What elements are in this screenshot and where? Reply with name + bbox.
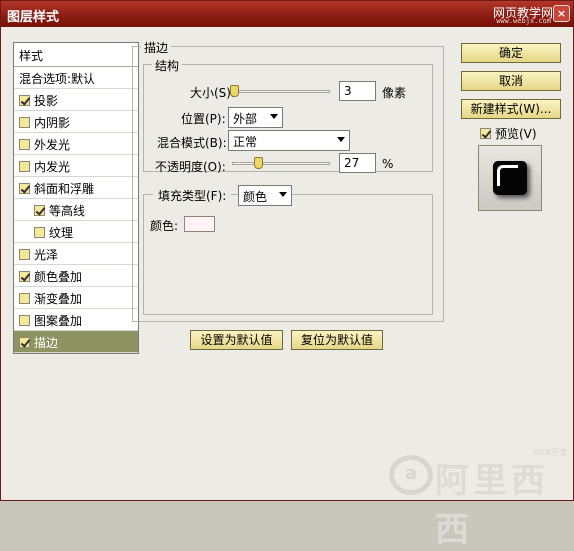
blend-mode-value: 正常 <box>233 135 258 149</box>
fill-type-group: 填充类型(F): 颜色 颜色: <box>143 185 433 315</box>
style-item-label: 外发光 <box>34 138 71 152</box>
checkbox-gradient-overlay[interactable] <box>19 293 30 304</box>
stroke-group: 描边 结构 大小(S): 3 像素 位置(P): 外部 混合模式(B): 正常 … <box>132 39 444 322</box>
style-item-drop-shadow[interactable]: 投影 <box>14 89 138 111</box>
size-slider-track[interactable] <box>232 90 330 93</box>
blend-options-item[interactable]: 混合选项:默认 <box>14 67 138 89</box>
preview-toggle[interactable]: 预览(V) <box>480 125 537 142</box>
watermark-tag: WEB开发 <box>533 448 568 457</box>
style-preview <box>478 145 542 211</box>
checkbox-drop-shadow[interactable] <box>19 95 30 106</box>
color-label: 颜色: <box>150 219 179 233</box>
fill-type-label: 填充类型(F): <box>153 187 232 204</box>
style-item-stroke[interactable]: 描边 <box>14 331 138 353</box>
set-default-button[interactable]: 设置为默认值 <box>190 330 283 350</box>
style-item-label: 图案叠加 <box>34 314 83 328</box>
position-dropdown[interactable]: 外部 <box>228 107 283 128</box>
close-button[interactable]: × <box>553 5 570 22</box>
checkbox-inner-glow[interactable] <box>19 161 30 172</box>
checkbox-color-overlay[interactable] <box>19 271 30 282</box>
stroke-group-label: 描边 <box>141 39 172 56</box>
style-item-label: 渐变叠加 <box>34 292 83 306</box>
chevron-down-icon <box>279 192 287 197</box>
checkbox-stroke[interactable] <box>19 337 30 348</box>
position-label: 位置(P): <box>181 112 226 126</box>
size-slider-thumb[interactable] <box>230 85 239 97</box>
style-item-contour[interactable]: 等高线 <box>14 199 138 221</box>
window-title: 图层样式 <box>7 10 60 25</box>
style-item-inner-shadow[interactable]: 内阴影 <box>14 111 138 133</box>
style-list-header[interactable]: 样式 <box>14 43 138 67</box>
reset-default-button[interactable]: 复位为默认值 <box>291 330 383 350</box>
watermark-text: 阿里西西 <box>435 461 549 550</box>
opacity-label: 不透明度(O): <box>155 160 226 174</box>
preview-checkbox[interactable] <box>480 128 491 139</box>
size-label: 大小(S): <box>190 86 236 100</box>
structure-group-label: 结构 <box>152 57 183 74</box>
size-input[interactable]: 3 <box>339 81 376 101</box>
cancel-button[interactable]: 取消 <box>461 71 561 91</box>
style-item-label: 斜面和浮雕 <box>34 182 95 196</box>
title-watermark-url: www.webjx.com <box>496 17 551 25</box>
style-item-color-overlay[interactable]: 颜色叠加 <box>14 265 138 287</box>
new-style-button[interactable]: 新建样式(W)... <box>461 99 561 119</box>
opacity-input[interactable]: 27 <box>339 153 376 173</box>
watermark-logo: a <box>389 455 433 495</box>
style-item-texture[interactable]: 纹理 <box>14 221 138 243</box>
preview-label: 预览(V) <box>495 127 537 141</box>
style-list: 样式 混合选项:默认 投影 内阴影 外发光 内发光 斜面和浮雕 等高线 纹理 光… <box>13 42 139 354</box>
style-item-label: 等高线 <box>49 204 86 218</box>
structure-group: 结构 大小(S): 3 像素 位置(P): 外部 混合模式(B): 正常 不透明… <box>143 57 433 174</box>
style-item-label: 颜色叠加 <box>34 270 83 284</box>
style-item-inner-glow[interactable]: 内发光 <box>14 155 138 177</box>
style-item-pattern-overlay[interactable]: 图案叠加 <box>14 309 138 331</box>
checkbox-bevel-emboss[interactable] <box>19 183 30 194</box>
style-item-gradient-overlay[interactable]: 渐变叠加 <box>14 287 138 309</box>
style-item-label: 内阴影 <box>34 116 71 130</box>
checkbox-satin[interactable] <box>19 249 30 260</box>
opacity-slider-thumb[interactable] <box>254 157 263 169</box>
checkbox-outer-glow[interactable] <box>19 139 30 150</box>
opacity-unit: % <box>382 157 394 171</box>
fill-type-value: 颜色 <box>243 190 268 204</box>
checkbox-texture[interactable] <box>34 227 45 238</box>
opacity-slider-track[interactable] <box>232 162 330 165</box>
checkbox-contour[interactable] <box>34 205 45 216</box>
size-unit: 像素 <box>382 86 407 100</box>
checkbox-pattern-overlay[interactable] <box>19 315 30 326</box>
style-item-bevel-emboss[interactable]: 斜面和浮雕 <box>14 177 138 199</box>
chevron-down-icon <box>270 114 278 119</box>
style-item-label: 光泽 <box>34 248 59 262</box>
position-value: 外部 <box>233 112 258 126</box>
style-item-label: 内发光 <box>34 160 71 174</box>
layer-style-dialog: 图层样式 网页教学网 www.webjx.com × 样式 混合选项:默认 投影… <box>0 0 574 550</box>
chevron-down-icon <box>337 137 345 142</box>
style-item-satin[interactable]: 光泽 <box>14 243 138 265</box>
ok-button[interactable]: 确定 <box>461 43 561 63</box>
preview-thumbnail <box>493 161 527 195</box>
blend-mode-dropdown[interactable]: 正常 <box>228 130 350 151</box>
blend-mode-label: 混合模式(B): <box>157 136 227 150</box>
style-item-label: 描边 <box>34 336 59 350</box>
style-item-outer-glow[interactable]: 外发光 <box>14 133 138 155</box>
style-item-label: 投影 <box>34 94 59 108</box>
checkbox-inner-shadow[interactable] <box>19 117 30 128</box>
style-item-label: 纹理 <box>49 226 74 240</box>
stroke-color-swatch[interactable] <box>184 216 215 232</box>
title-bar[interactable]: 图层样式 网页教学网 www.webjx.com × <box>1 1 573 27</box>
close-icon: × <box>556 7 567 20</box>
fill-type-dropdown[interactable]: 颜色 <box>238 185 292 206</box>
